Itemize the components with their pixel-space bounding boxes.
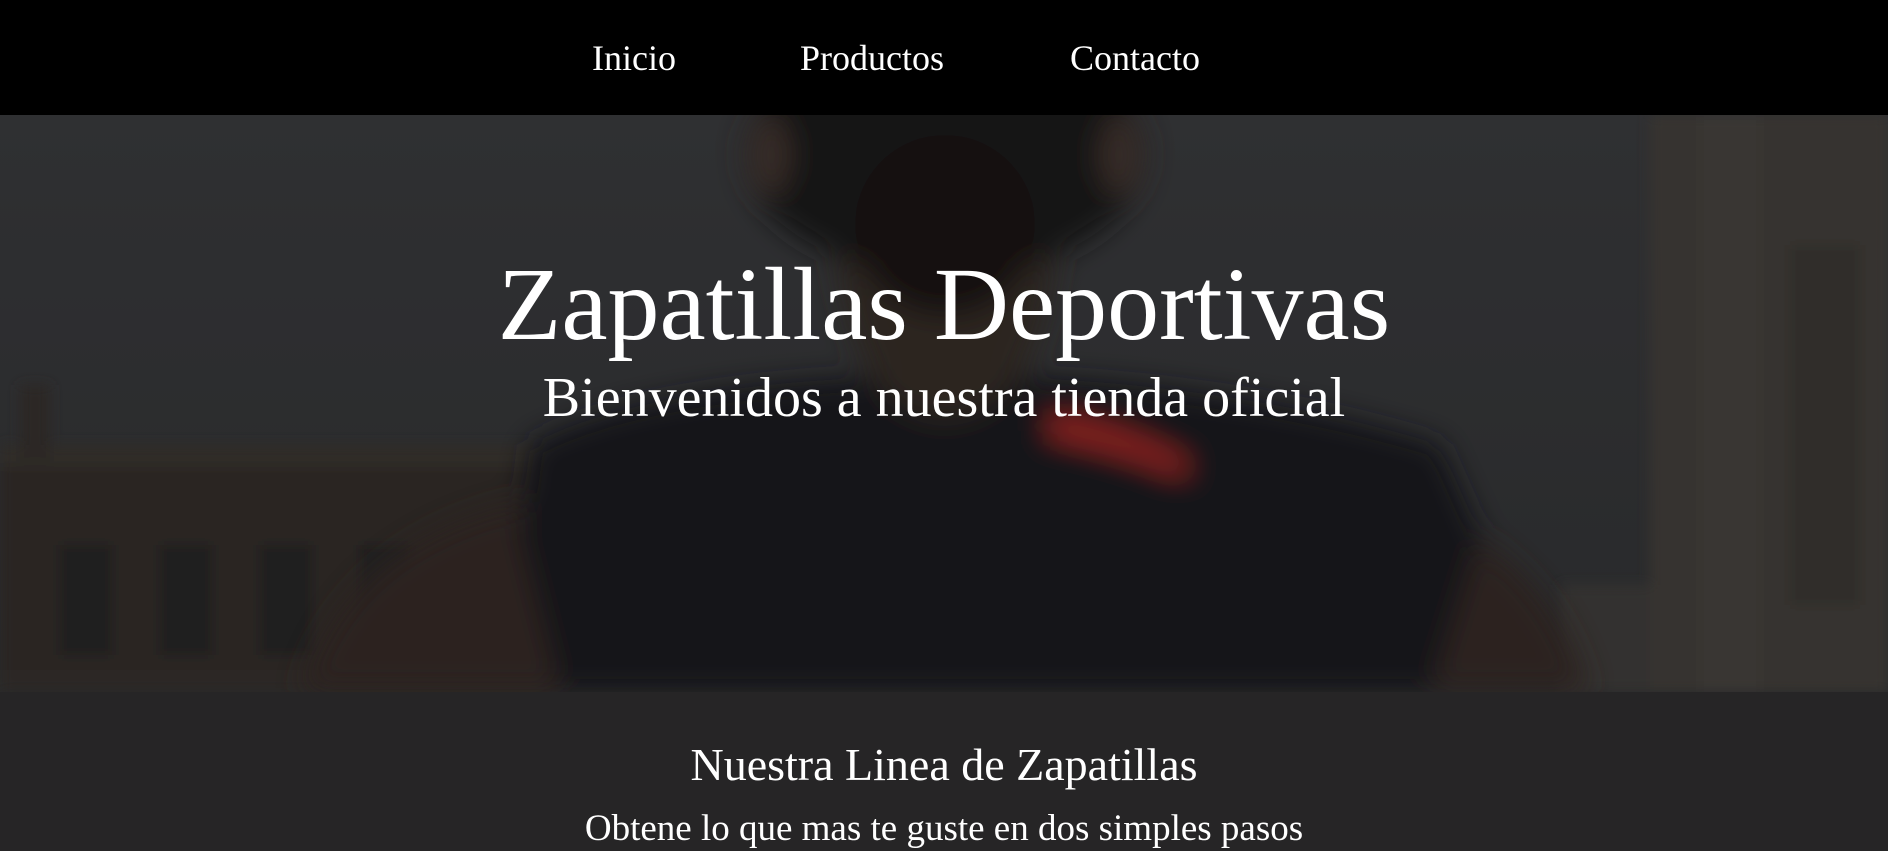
section-title: Nuestra Linea de Zapatillas — [690, 739, 1198, 790]
hero-title: Zapatillas Deportivas — [497, 247, 1391, 362]
hero-banner: Zapatillas Deportivas Bienvenidos a nues… — [0, 115, 1888, 692]
top-navbar: Inicio Productos Contacto — [0, 0, 1888, 115]
hero-subtitle: Bienvenidos a nuestra tienda oficial — [542, 367, 1346, 429]
nav-link-contacto[interactable]: Contacto — [1070, 40, 1200, 76]
product-line-section: Nuestra Linea de Zapatillas Obtene lo qu… — [0, 692, 1888, 851]
section-description: Obtene lo que mas te guste en dos simple… — [584, 808, 1304, 849]
nav-link-productos[interactable]: Productos — [800, 40, 944, 76]
nav-link-inicio[interactable]: Inicio — [592, 40, 676, 76]
